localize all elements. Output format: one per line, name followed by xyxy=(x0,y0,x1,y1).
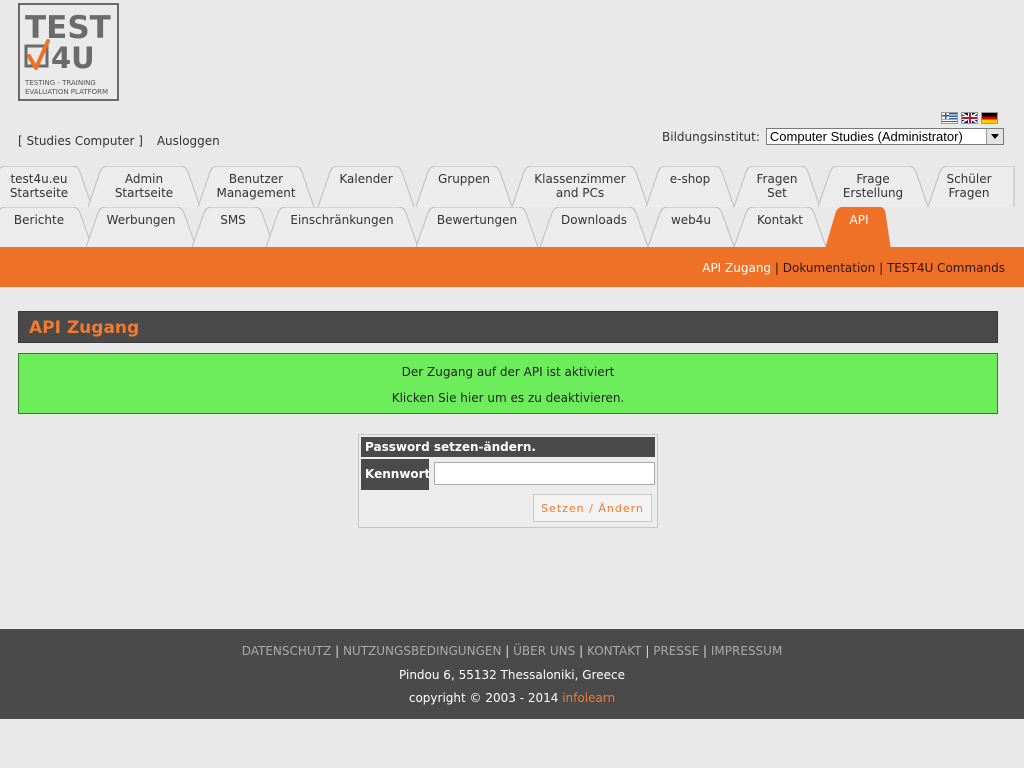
footer: DATENSCHUTZ | NUTZUNGSBEDINGUNGEN | ÜBER… xyxy=(0,629,1024,719)
footer-address: Pindou 6, 55132 Thessaloniki, Greece xyxy=(399,668,625,682)
status-message: Der Zugang auf der API ist aktiviert Kli… xyxy=(18,353,998,414)
status-text: Der Zugang auf der API ist aktiviert xyxy=(401,365,615,379)
tab-label: e-shop xyxy=(669,172,711,186)
institute-select-value: Computer Studies (Administrator) xyxy=(769,129,963,144)
password-form: Password setzen-ändern. Kennwort Setzen … xyxy=(358,434,658,528)
tab-kalender[interactable]: Kalender xyxy=(318,166,414,207)
footer-link-ueber-uns[interactable]: ÜBER UNS xyxy=(513,644,575,658)
tab-label-2: Erstellung xyxy=(842,186,904,200)
tab-label: Einschränkungen xyxy=(290,213,394,227)
subnav-api-zugang[interactable]: API Zugang xyxy=(702,261,771,275)
tab-benutzer-management[interactable]: Benutzer Management xyxy=(198,166,314,207)
logo-tagline-1: TESTING - TRAINING xyxy=(24,79,96,87)
tab-kontakt[interactable]: Kontakt xyxy=(734,207,826,247)
tab-label: Frage xyxy=(856,172,890,186)
subnav-test4u-commands[interactable]: TEST4U Commands xyxy=(887,261,1005,275)
tab-label: API xyxy=(849,213,869,227)
tab-label: Werbungen xyxy=(106,213,176,227)
tab-einschraenkungen[interactable]: Einschränkungen xyxy=(266,207,418,247)
tab-label: Gruppen xyxy=(437,172,491,186)
tab-werbungen[interactable]: Werbungen xyxy=(86,207,196,247)
uk-flag-icon[interactable] xyxy=(961,112,978,124)
institute-selector: Bildungsinstitut: Computer Studies (Admi… xyxy=(662,128,1004,145)
footer-separator: | xyxy=(703,644,708,658)
tab-label-2: Startseite xyxy=(9,186,69,200)
tab-label: Downloads xyxy=(561,213,627,227)
tab-e-shop[interactable]: e-shop xyxy=(646,166,734,207)
tab-klassenzimmer[interactable]: Klassenzimmer and PCs xyxy=(512,166,648,207)
footer-link-impressum[interactable]: IMPRESSUM xyxy=(711,644,782,658)
logout-link[interactable]: Ausloggen xyxy=(157,134,220,148)
subnav-separator: | xyxy=(774,261,779,275)
tab-label: Schüler xyxy=(946,172,992,186)
tab-label: Benutzer xyxy=(228,172,284,186)
logo-tagline-2: EVALUATION PLATFORM xyxy=(25,88,108,96)
tab-label: web4u xyxy=(670,213,712,227)
tab-api[interactable]: API xyxy=(826,207,892,247)
footer-link-presse[interactable]: PRESSE xyxy=(653,644,699,658)
footer-link-kontakt[interactable]: KONTAKT xyxy=(587,644,642,658)
copyright-text: copyright © 2003 - 2014 xyxy=(408,691,559,705)
tab-label: Kontakt xyxy=(757,213,803,227)
test4u-logo[interactable]: TEST 4U TESTING - TRAINING EVALUATION PL… xyxy=(18,3,119,101)
tab-label: SMS xyxy=(220,213,246,227)
footer-link-nutzungsbedingungen[interactable]: NUTZUNGSBEDINGUNGEN xyxy=(343,644,501,658)
tab-label: Bewertungen xyxy=(436,213,518,227)
institute-label: Bildungsinstitut: xyxy=(662,129,760,144)
tab-label-2: Startseite xyxy=(114,186,174,200)
tab-test4u-startseite[interactable]: test4u.eu Startseite xyxy=(0,166,92,207)
password-input[interactable] xyxy=(434,462,655,485)
password-label: Kennwort xyxy=(361,459,430,490)
subnav-dokumentation[interactable]: Dokumentation xyxy=(783,261,876,275)
tab-schueler-fragen[interactable]: Schüler Fragen xyxy=(928,166,1024,207)
footer-separator: | xyxy=(645,644,650,658)
main-nav-row-1: test4u.eu Startseite Admin Startseite Benu… xyxy=(0,166,1024,207)
footer-copyright: copyright © 2003 - 2014 infolearn xyxy=(0,691,1024,705)
subnav-separator: | xyxy=(879,261,884,275)
logo-text-4u: 4U xyxy=(51,41,95,75)
greek-flag-icon[interactable] xyxy=(941,112,958,124)
deactivate-link[interactable]: Klicken Sie hier um es zu deaktivieren. xyxy=(19,391,997,405)
tab-gruppen[interactable]: Gruppen xyxy=(416,166,512,207)
tab-label-2: Set xyxy=(767,186,787,200)
tab-berichte[interactable]: Berichte xyxy=(0,207,92,247)
tab-label: Kalender xyxy=(339,172,393,186)
tab-label: test4u.eu xyxy=(10,172,68,186)
sub-navigation: API Zugang | Dokumentation | TEST4U Comm… xyxy=(0,247,1024,287)
tab-frage-erstellung[interactable]: Frage Erstellung xyxy=(818,166,928,207)
tab-label-2: Fragen xyxy=(948,186,990,200)
password-form-heading: Password setzen-ändern. xyxy=(361,437,655,457)
set-password-button[interactable]: Setzen / Ändern xyxy=(533,494,652,522)
page-title: API Zugang xyxy=(29,318,140,338)
footer-separator: | xyxy=(335,644,340,658)
page-title-bar: API Zugang xyxy=(18,311,998,343)
tab-label: Fragen xyxy=(756,172,798,186)
language-switcher xyxy=(941,112,998,124)
infolearn-link[interactable]: infolearn xyxy=(562,691,615,705)
tab-admin-startseite[interactable]: Admin Startseite xyxy=(88,166,200,207)
chevron-down-icon[interactable] xyxy=(985,129,1003,144)
tab-fragen-set[interactable]: Fragen Set xyxy=(734,166,820,207)
tab-label: Klassenzimmer xyxy=(534,172,626,186)
user-bar: [ Studies Computer ] Ausloggen xyxy=(18,134,220,148)
tab-label-2: and PCs xyxy=(555,186,605,200)
tab-web4u[interactable]: web4u xyxy=(648,207,734,247)
tab-label-2: Management xyxy=(216,186,296,200)
footer-separator: | xyxy=(579,644,584,658)
tab-label: Berichte xyxy=(13,213,65,227)
footer-nav: DATENSCHUTZ | NUTZUNGSBEDINGUNGEN | ÜBER… xyxy=(0,644,1024,658)
tab-label: Admin xyxy=(124,172,164,186)
user-account-link[interactable]: [ Studies Computer ] xyxy=(18,134,143,148)
main-nav-row-2: Berichte Werbungen SMS Einschränkungen B… xyxy=(0,207,1024,247)
tab-sms[interactable]: SMS xyxy=(192,207,274,247)
tab-bewertungen[interactable]: Bewertungen xyxy=(416,207,538,247)
footer-link-datenschutz[interactable]: DATENSCHUTZ xyxy=(242,644,332,658)
footer-separator: | xyxy=(505,644,510,658)
tab-downloads[interactable]: Downloads xyxy=(540,207,648,247)
institute-select[interactable]: Computer Studies (Administrator) xyxy=(765,128,1004,145)
german-flag-icon[interactable] xyxy=(981,112,998,124)
